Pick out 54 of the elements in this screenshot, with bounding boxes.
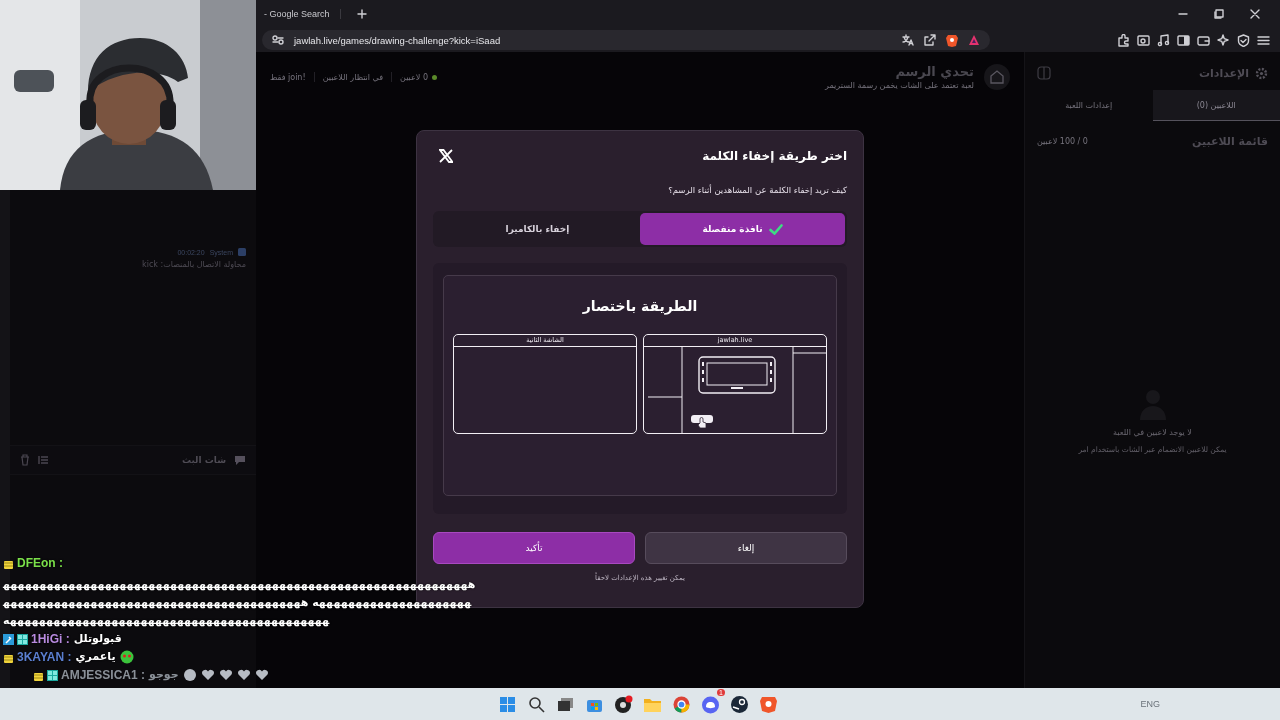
language-indicator[interactable]: ENG: [1140, 699, 1160, 709]
chat-message: ههههههههههههههههههههههههههههههههههههههههههههههههههههههههههههههههههههههههههههههههههههههه ههههههههههههههههههههههههههههههههههههههههههههههههههههههههههههههههههههههههههههههههههههههه: [3, 577, 477, 629]
sidebar-tab[interactable]: اللاعبين (0): [1152, 90, 1280, 121]
page-subtitle: لعبة تعتمد على الشات يخمن رسمة الستريمر: [825, 81, 974, 90]
new-tab-icon[interactable]: [356, 9, 367, 19]
sidebar-tab[interactable]: إعدادات اللعبة: [1025, 90, 1153, 121]
cancel-button[interactable]: إلغاء: [645, 532, 847, 564]
chat-icon: [234, 454, 246, 466]
option-tab[interactable]: إخفاء بالكاميرا: [435, 213, 640, 245]
dialog-question: كيف تريد إخفاء الكلمة عن المشاهدين أثناء الرسم؟: [667, 185, 847, 195]
status-text: 0 لاعبين: [400, 72, 428, 82]
chat-message: ياعمري: [75, 649, 116, 665]
windows-icon[interactable]: [498, 694, 517, 714]
sidebar-icon[interactable]: [1177, 33, 1190, 47]
chat-username: 1HiGi :: [31, 631, 70, 648]
browser-tab[interactable]: - Google Search: [264, 9, 341, 19]
search-icon[interactable]: [527, 694, 546, 714]
player-count: 0 / 100 لاعبين: [1037, 137, 1088, 146]
confirm-button[interactable]: تأكيد: [433, 532, 635, 564]
check-icon: [768, 223, 783, 235]
record-icon[interactable]: [614, 694, 633, 714]
settings-icon[interactable]: [1255, 66, 1268, 80]
screenshot-icon[interactable]: [1137, 33, 1150, 47]
preview-title: الطريقة باختصار: [581, 298, 699, 314]
page-title: تحدي الرسم: [894, 64, 974, 79]
sparkle-icon[interactable]: [1217, 33, 1230, 47]
chat-username: AMJESSICA1 :: [61, 667, 146, 684]
empty-title: لا يوجد لاعبين في اللعبة: [1113, 428, 1192, 437]
url-text: jawlah.live/games/drawing-challenge?kick=iSaad: [294, 34, 501, 46]
music-icon[interactable]: [1157, 33, 1170, 47]
menu-icon[interactable]: [1257, 33, 1270, 47]
address-field[interactable]: jawlah.live/games/drawing-challenge?kick=iSaad: [262, 30, 990, 50]
sidebar-title: الإعدادات: [1198, 66, 1249, 80]
chat-username: 3KAYAN :: [17, 649, 72, 666]
system-icon: [238, 248, 246, 256]
maximize-icon[interactable]: [1214, 9, 1224, 19]
chat-message: قبولوتلل: [73, 631, 122, 647]
triangle-icon[interactable]: [968, 34, 980, 46]
dialog-title: اختر طريقة إخفاء الكلمة: [702, 149, 847, 163]
list-title: قائمة اللاعبين: [1192, 135, 1268, 148]
site-settings-icon[interactable]: [272, 35, 284, 45]
chat-message: جوجو: [149, 667, 179, 683]
chat-username: DFEon :: [17, 555, 63, 572]
share-icon[interactable]: [924, 34, 936, 46]
shield-icon[interactable]: [1237, 33, 1250, 47]
status-text: !join فقط: [270, 72, 306, 82]
chat-title: شات البث: [181, 455, 226, 465]
option-tab[interactable]: نافذة منفصلة: [640, 213, 845, 245]
puzzle-icon[interactable]: [1117, 33, 1130, 47]
log-message: محاولة الاتصال بالمنصات: kick: [141, 260, 246, 269]
close-icon[interactable]: [1250, 9, 1260, 19]
translate-icon[interactable]: [902, 34, 914, 46]
wallet-icon[interactable]: [1197, 33, 1210, 47]
status-text: في انتظار اللاعبين: [322, 72, 384, 82]
